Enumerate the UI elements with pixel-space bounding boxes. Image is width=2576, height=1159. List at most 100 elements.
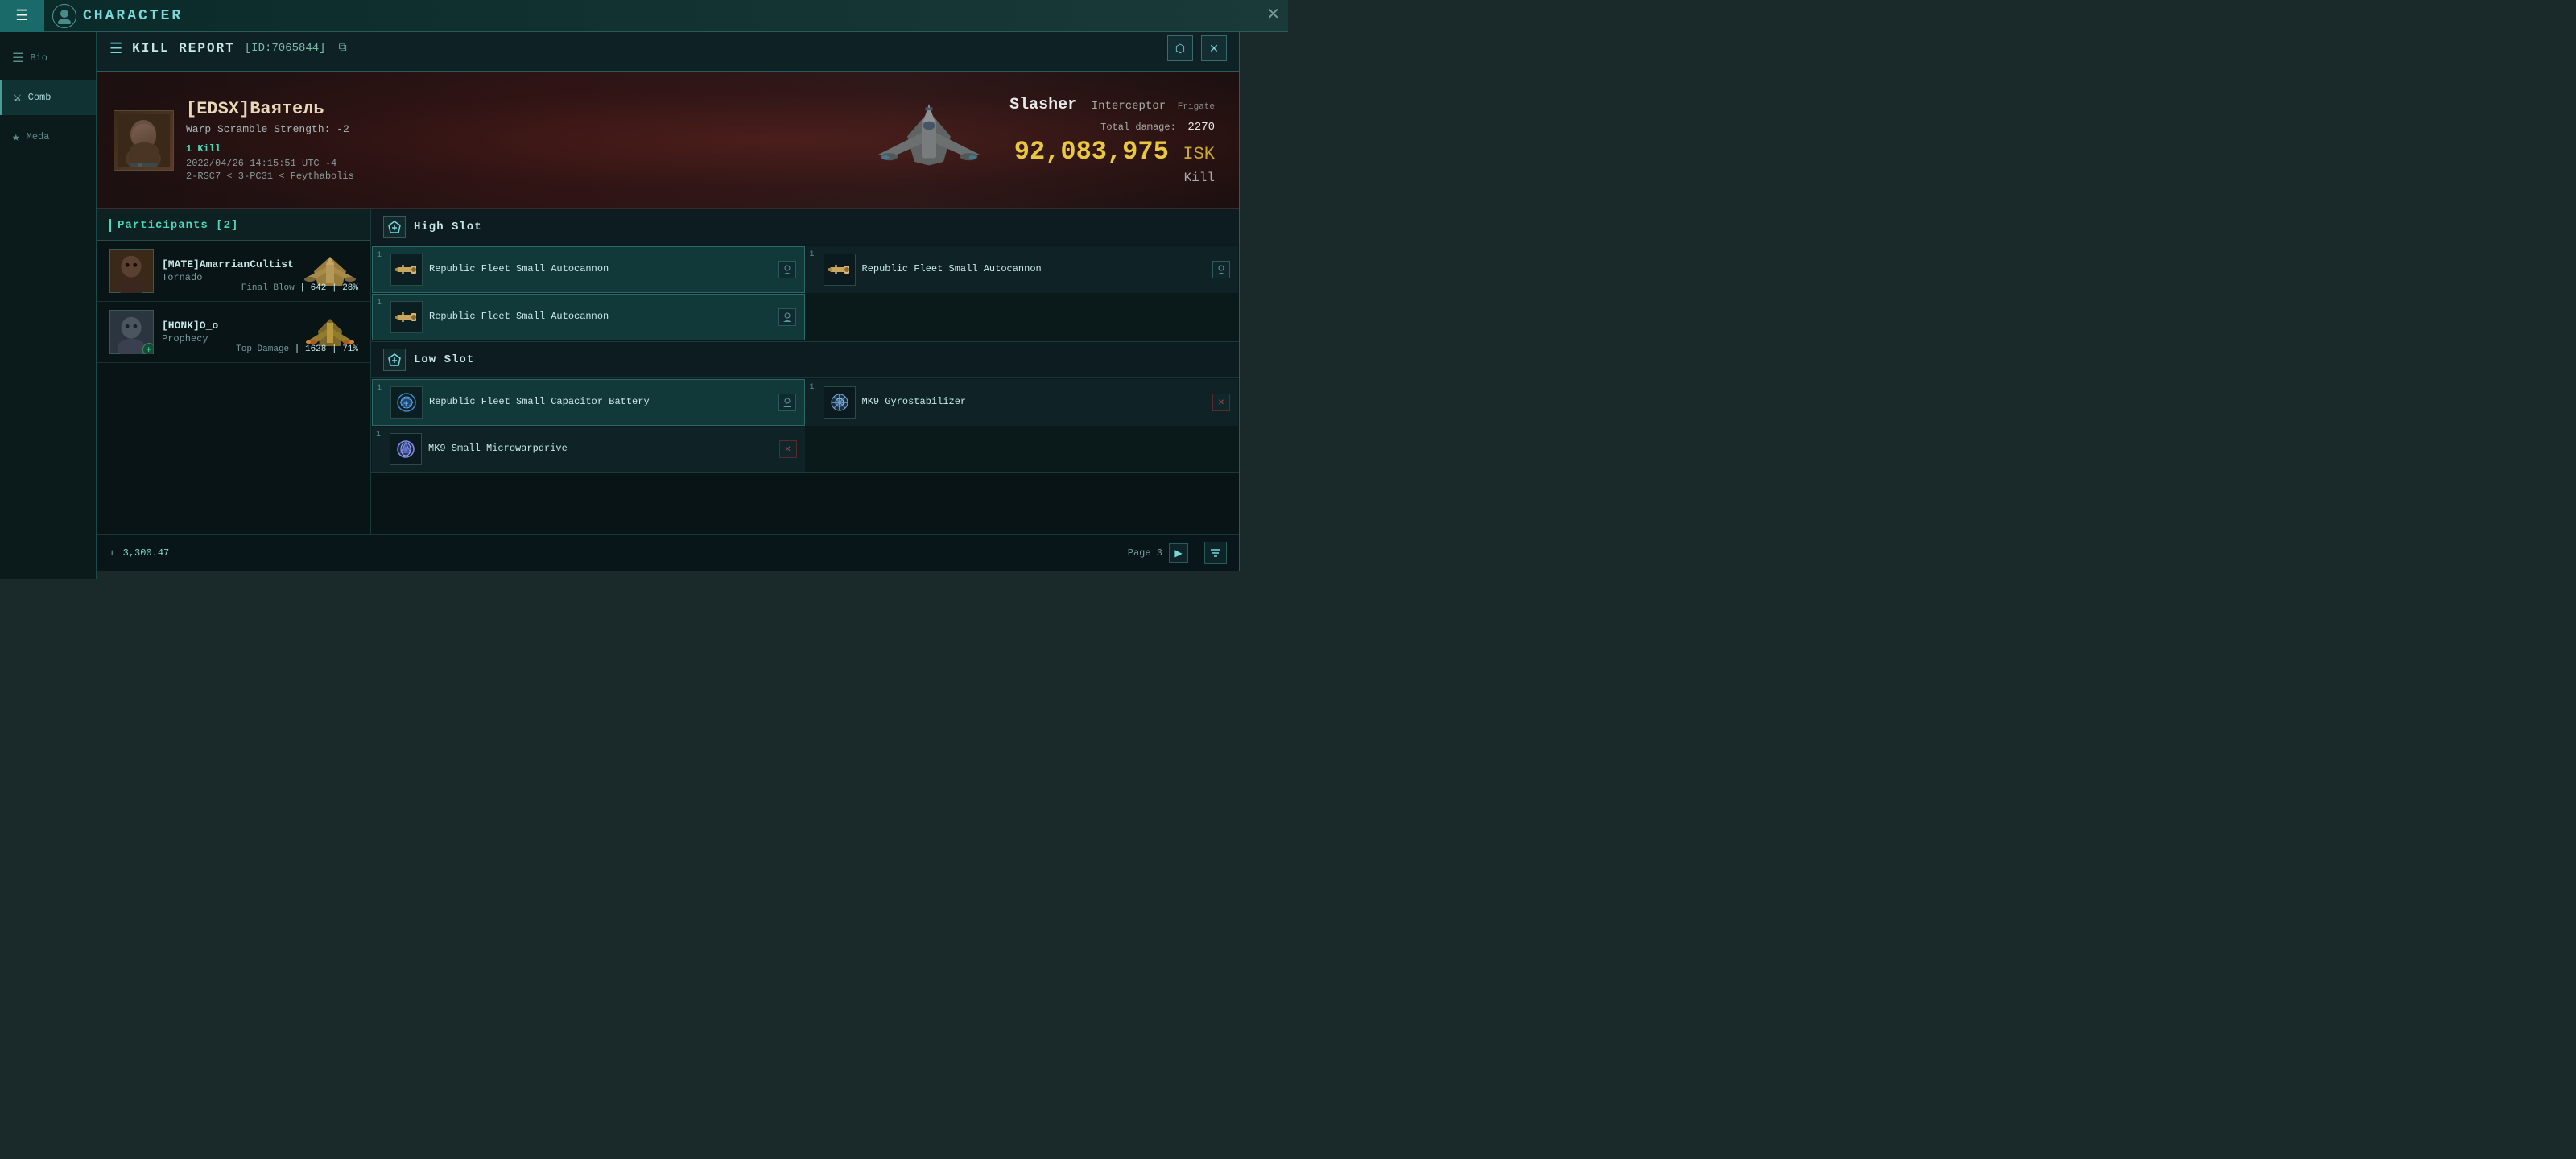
total-damage-value: 2270: [1187, 121, 1215, 134]
slot-item[interactable]: 1 Republic Fleet Small Autocan: [806, 246, 1239, 293]
slot-item[interactable]: 1 MK9 Small Microwarpdrive: [372, 427, 805, 472]
participant-2-info: [HONK]O_o Prophecy: [162, 320, 294, 344]
participant-1-stats: Final Blow | 642 | 28%: [242, 283, 358, 293]
kill-report-panel: ☰ KILL REPORT [ID:7065844] ⧉ ⬡ ✕: [97, 24, 1240, 571]
slot-number: 1: [810, 250, 815, 259]
slot-destroyed-button[interactable]: ✕: [1212, 394, 1230, 411]
participant-item[interactable]: [MATE]AmarrianCultist Tornado: [97, 241, 370, 302]
participant-2-damage: 1628: [305, 344, 326, 354]
participant-2-avatar: +: [109, 310, 154, 354]
slot-item-actions: [778, 261, 796, 278]
participant-item[interactable]: + [HONK]O_o Prophecy: [97, 302, 370, 363]
isk-display: 92,083,975 ISK: [1009, 137, 1215, 167]
sidebar-item-combat[interactable]: ⚔ Comb: [0, 80, 96, 115]
kill-datetime: 2022/04/26 14:15:51 UTC -4: [186, 158, 848, 169]
page-next-button[interactable]: ▶: [1169, 543, 1188, 563]
slot-number: 1: [810, 383, 815, 392]
bottom-value: 3,300.47: [123, 547, 170, 559]
slot-pilot-button[interactable]: [778, 261, 796, 278]
participant-2-stats: Top Damage | 1628 | 71%: [236, 344, 358, 354]
top-bar: ☰ CHARACTER ✕: [0, 0, 1288, 32]
ship-class: Frigate: [1178, 102, 1215, 112]
slot-destroyed-button[interactable]: ✕: [779, 440, 797, 458]
low-slot-header: Low Slot: [371, 342, 1239, 378]
kill-location: 2-RSC7 < 3-PC31 < Feythabolis: [186, 171, 848, 182]
low-slot-icon: [383, 349, 406, 371]
slot-item-actions: ✕: [1212, 394, 1230, 411]
high-slot-items: 1 Republic Fleet Small Autocan: [371, 245, 1239, 341]
participant-1-damage: 642: [311, 283, 327, 293]
close-icon: ✕: [1266, 6, 1280, 23]
participants-title: Participants [2]: [109, 219, 238, 232]
panel-id: [ID:7065844]: [245, 42, 326, 55]
slot-item-name: Republic Fleet Small Capacitor Battery: [429, 396, 772, 409]
character-header: CHARACTER: [44, 4, 183, 28]
damage-info: Total damage: 2270: [1009, 119, 1215, 134]
slot-pilot-button[interactable]: [1212, 261, 1230, 278]
slot-item-actions: [1212, 261, 1230, 278]
hero-content: [EDSX]Ваятель Warp Scramble Strength: -2…: [97, 72, 1239, 208]
slot-item-actions: [778, 308, 796, 326]
ship-info: Slasher Interceptor Frigate Total damage…: [1009, 96, 1223, 185]
low-slot-section: Low Slot 1 +: [371, 342, 1239, 473]
panel-copy-icon[interactable]: ⧉: [339, 42, 347, 55]
sidebar: ☰ Bio ⚔ Comb ★ Meda: [0, 32, 97, 580]
pilot-info: [EDSX]Ваятель Warp Scramble Strength: -2…: [186, 99, 848, 182]
participant-1-percent: 28%: [342, 283, 358, 293]
slot-item-actions: ✕: [779, 440, 797, 458]
panel-export-button[interactable]: ⬡: [1167, 35, 1193, 61]
hero-ship-image: [857, 92, 1001, 188]
panel-actions: ⬡ ✕: [1167, 35, 1227, 61]
low-slot-title: Low Slot: [414, 353, 474, 366]
bottom-bar: ⬆ 3,300.47 Page 3 ▶: [97, 534, 1239, 571]
medals-icon: ★: [12, 129, 20, 145]
slot-pilot-button[interactable]: [778, 394, 796, 411]
panel-title: KILL REPORT: [132, 41, 235, 56]
slot-item[interactable]: 1 MK9 Gyrosta: [806, 379, 1239, 426]
slot-pilot-button[interactable]: [778, 308, 796, 326]
ship-display: [848, 84, 1009, 196]
slot-item-actions: [778, 394, 796, 411]
slot-item-name: Republic Fleet Small Autocannon: [862, 263, 1207, 276]
participant-1-stat-label: Final Blow: [242, 283, 295, 293]
sidebar-item-bio[interactable]: ☰ Bio: [0, 40, 96, 76]
participant-1-info: [MATE]AmarrianCultist Tornado: [162, 258, 294, 283]
panel-close-button[interactable]: ✕: [1201, 35, 1227, 61]
slot-item-name: Republic Fleet Small Autocannon: [429, 263, 772, 276]
slot-item-name: MK9 Gyrostabilizer: [862, 396, 1207, 409]
page-label: Page 3: [1128, 547, 1162, 559]
top-close-button[interactable]: ✕: [1266, 4, 1280, 24]
ship-name: Slasher: [1009, 96, 1077, 114]
filter-button[interactable]: [1204, 542, 1227, 564]
panel-menu-icon: ☰: [109, 40, 122, 56]
high-slot-section: High Slot 1: [371, 209, 1239, 342]
slot-number: 1: [377, 251, 382, 260]
equipment-section: High Slot 1: [371, 209, 1239, 534]
pilot-name: [EDSX]Ваятель: [186, 99, 848, 119]
hamburger-button[interactable]: ☰: [0, 0, 44, 32]
ship-interceptor-type: Interceptor: [1092, 100, 1166, 113]
page-navigation: Page 3 ▶: [1128, 543, 1188, 563]
total-damage-label: Total damage:: [1100, 122, 1176, 133]
sidebar-item-medals[interactable]: ★ Meda: [0, 119, 96, 155]
bio-icon: ☰: [12, 50, 23, 66]
pilot-face-image: [118, 114, 170, 167]
slot-item-name: Republic Fleet Small Autocannon: [429, 311, 772, 324]
slot-number: 1: [377, 384, 382, 393]
high-slot-title: High Slot: [414, 221, 482, 233]
participant-1-avatar: [109, 249, 154, 293]
cap-battery-icon-img: +: [390, 386, 423, 419]
mwd-icon-img: [390, 433, 422, 465]
slot-item[interactable]: 1 + Republic Fleet Small Capacitor Batte…: [372, 379, 805, 426]
panel-body: Participants [2] [MAT: [97, 209, 1239, 534]
isk-unit: ISK: [1183, 144, 1215, 164]
participants-header: Participants [2]: [97, 209, 370, 241]
participant-2-ship: Prophecy: [162, 333, 294, 344]
slot-item[interactable]: 1 Republic Fleet Small Autocan: [372, 246, 805, 293]
low-slot-items: 1 + Republic Fleet Small Capacitor Batte…: [371, 378, 1239, 472]
menu-icon: ☰: [15, 7, 28, 24]
panel-menu-button[interactable]: ☰: [109, 40, 122, 57]
slot-item[interactable]: 1 Republic Fleet Small Autocan: [372, 294, 805, 340]
high-slot-header: High Slot: [371, 209, 1239, 245]
high-slot-icon: [383, 216, 406, 238]
